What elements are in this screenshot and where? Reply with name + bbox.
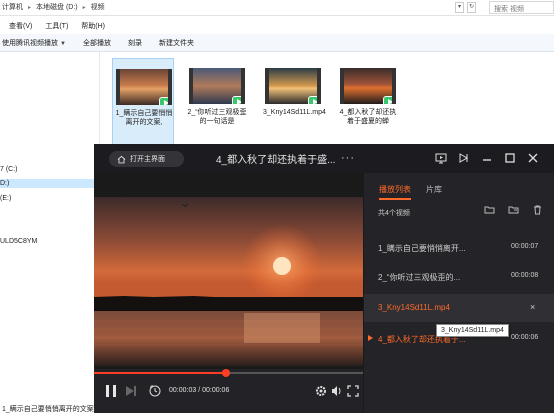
chevron-down-icon[interactable]: ▼ [60, 41, 66, 47]
video-player-window: 打开主界面 4_都入秋了却还执着于盛... ··· 00:00:03 / 00:… [94, 144, 554, 413]
status-text: 1_瞒示自己要悄悄离开的文案 [2, 406, 94, 413]
nav-item-usb-drive[interactable]: ULD5C8YM [0, 238, 37, 245]
file-item[interactable]: 3_Kny14Sd11L.mp4 [262, 58, 326, 148]
video-play-badge-icon [383, 96, 392, 104]
playlist-item[interactable]: 1_瞒示自己要悄悄离开... 00:00:07 [364, 234, 554, 262]
address-bar[interactable]: 计算机 ▸ 本地磁盘 (D:) ▸ 视频 ▾ ↻ 搜索 视频 [0, 0, 554, 16]
nav-item-drive-c[interactable]: 7 (C:) [0, 166, 18, 173]
file-item[interactable]: 4_都入秋了却还执着于盛夏的蝉 [337, 58, 399, 148]
filename-tooltip: 3_Kny14Sd11L.mp4 [436, 324, 509, 337]
open-main-window-button[interactable]: 打开主界面 [109, 151, 184, 167]
playlist-item[interactable]: 3_Kny14Sd11L.mp4 × [364, 294, 554, 322]
add-folder-icon[interactable] [484, 204, 495, 215]
command-bar: 使用腾讯视频播放 ▼ 全部播放 刻录 新建文件夹 [0, 34, 554, 52]
menu-tools[interactable]: 工具(T) [45, 21, 68, 31]
file-name: 4_都入秋了却还执着于盛夏的蝉 [339, 109, 397, 125]
playlist-item-duration: 00:00:06 [511, 334, 539, 341]
menu-help[interactable]: 帮助(H) [81, 21, 105, 31]
video-play-badge-icon [159, 97, 168, 105]
breadcrumb: 计算机 ▸ 本地磁盘 (D:) ▸ 视频 [2, 2, 105, 12]
settings-icon[interactable] [314, 384, 328, 398]
navigation-pane: 7 (C:) D:) (E:) ULD5C8YM [0, 52, 100, 413]
menu-view[interactable]: 查看(V) [9, 21, 32, 31]
progress-handle[interactable] [221, 369, 230, 377]
breadcrumb-drive-d[interactable]: 本地磁盘 (D:) [36, 2, 78, 12]
playlist-item-duration: 00:00:08 [511, 272, 539, 279]
maximize-icon[interactable] [502, 150, 518, 166]
file-name: 3_Kny14Sd11L.mp4 [263, 109, 326, 116]
play-with-tencent-label: 使用腾讯视频播放 [2, 39, 58, 47]
menu-bar: 查看(V) 工具(T) 帮助(H) [0, 18, 554, 34]
home-icon [117, 155, 126, 163]
player-control-bar: 00:00:03 / 00:00:06 [94, 379, 363, 405]
next-track-icon[interactable] [124, 384, 138, 398]
new-folder-button[interactable]: 新建文件夹 [159, 38, 194, 48]
video-thumbnail [265, 68, 321, 104]
tab-library[interactable]: 片库 [426, 184, 442, 200]
total-time: 00:00:06 [202, 387, 230, 394]
play-with-tencent-button[interactable]: 使用腾讯视频播放 ▼ [2, 38, 66, 48]
file-name: 1_瞒示自己要悄悄离开的文案, [115, 110, 173, 126]
video-play-badge-icon [232, 96, 241, 104]
playlist-panel: 播放列表 片库 共4个视频 1_瞒示自己要悄悄离开... 00:00:07 2_… [363, 173, 554, 413]
close-icon[interactable] [525, 150, 541, 166]
video-title: 4_都入秋了却还执着于盛... [216, 155, 336, 166]
playback-time: 00:00:03 / 00:00:06 [169, 387, 229, 394]
playlist-count: 共4个视频 [378, 210, 410, 217]
screen-capture-icon[interactable] [433, 150, 449, 166]
play-all-button[interactable]: 全部播放 [83, 38, 111, 48]
video-thumbnail [189, 68, 245, 104]
current-time: 00:00:03 [169, 387, 197, 394]
progress-bar[interactable] [94, 369, 363, 377]
playback-mode-icon[interactable] [148, 384, 162, 398]
address-dropdown-button[interactable]: ▾ [455, 2, 464, 13]
player-title-bar[interactable]: 打开主界面 4_都入秋了却还执着于盛... ··· [94, 144, 554, 173]
playlist-item[interactable]: 2_“你听过三观极歪的... 00:00:08 [364, 263, 554, 291]
trash-icon[interactable] [532, 204, 543, 215]
open-main-window-label: 打开主界面 [130, 156, 165, 163]
video-play-badge-icon [308, 96, 317, 104]
minimize-icon[interactable] [479, 150, 495, 166]
sunset-scene [94, 197, 363, 366]
nav-item-drive-e[interactable]: (E:) [0, 195, 11, 202]
breadcrumb-videos[interactable]: 视频 [91, 2, 105, 12]
burn-button[interactable]: 刻录 [128, 38, 142, 48]
nav-item-drive-d[interactable]: D:) [0, 179, 100, 188]
remove-item-icon[interactable]: × [530, 302, 535, 312]
chevron-right-icon: ▸ [82, 4, 86, 11]
chevron-right-icon: ▸ [28, 4, 32, 11]
video-thumbnail [340, 68, 396, 104]
refresh-icon[interactable]: ↻ [467, 2, 476, 13]
video-canvas[interactable] [94, 173, 363, 369]
add-file-icon[interactable] [508, 204, 519, 215]
progress-fill [94, 372, 226, 374]
video-frame [94, 197, 363, 366]
playlist-item-name: 1_瞒示自己要悄悄离开... [378, 244, 466, 253]
file-name: 2_“你听过三观极歪的一句话是 [187, 109, 247, 125]
fullscreen-icon[interactable] [346, 384, 360, 398]
file-item[interactable]: 1_瞒示自己要悄悄离开的文案, [112, 58, 174, 148]
video-thumbnail [116, 69, 172, 105]
pin-icon[interactable] [456, 150, 472, 166]
playlist-item-duration: 00:00:07 [511, 243, 539, 250]
volume-icon[interactable] [330, 384, 344, 398]
now-playing-icon [368, 335, 373, 341]
tab-playlist[interactable]: 播放列表 [379, 184, 411, 200]
search-input[interactable]: 搜索 视频 [489, 1, 554, 14]
file-item[interactable]: 2_“你听过三观极歪的一句话是 [186, 58, 248, 148]
playlist-item-name: 2_“你听过三观极歪的... [378, 273, 461, 282]
more-options-icon[interactable]: ··· [341, 152, 355, 164]
playlist-item-name: 3_Kny14Sd11L.mp4 [378, 303, 450, 312]
pause-icon[interactable] [104, 384, 118, 398]
breadcrumb-computer[interactable]: 计算机 [2, 2, 23, 12]
